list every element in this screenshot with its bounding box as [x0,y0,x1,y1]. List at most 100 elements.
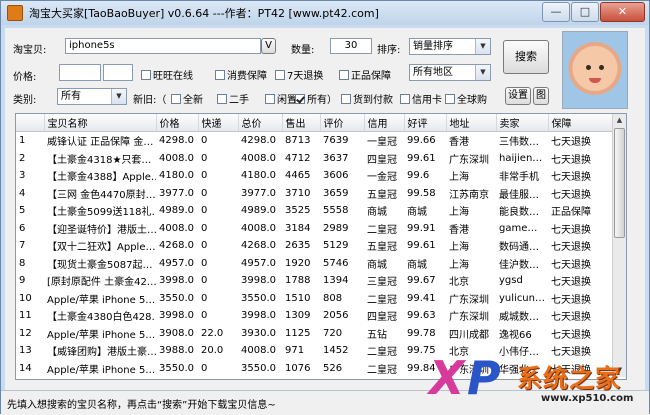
table-row[interactable]: 3 【土豪金4388】Apple… 4180.0 0 4180.0 4465 3606 一金冠… [16,167,612,185]
table-cell: 13 [19,345,32,357]
column-header[interactable]: 宝贝名称 [44,114,157,132]
table-cell: 2635 [285,240,311,252]
scroll-up-icon[interactable]: ▲ [613,114,626,127]
column-header[interactable]: 快递 [198,114,239,132]
filter2-checkbox-5[interactable]: 信用卡 [400,91,442,106]
filter2-checkbox-1[interactable]: 二手 [217,91,249,106]
maximize-button[interactable]: □ [571,2,599,22]
settings-button[interactable]: 设置 [505,87,531,105]
table-cell: 0 [201,275,208,287]
keyword-input[interactable]: iphone5s [65,38,261,54]
checkbox-box[interactable] [295,93,305,104]
table-cell: 【威锋团购】港版土豪… [47,347,156,359]
table-cell: 3998.0 [159,310,194,322]
table-cell: 4989.0 [241,205,276,217]
table-cell: 2056 [323,310,349,322]
category-select[interactable]: 所有 ▼ [57,88,127,105]
table-cell: 二皇冠 [364,377,404,379]
table-cell: 5558 [323,205,349,217]
column-header[interactable]: 好评 [404,114,447,132]
filter2-checkbox-4[interactable]: 货到付款 [341,91,393,106]
count-input[interactable]: 30 [330,38,372,54]
filter1-checkbox-3[interactable]: 正品保障 [339,67,391,82]
column-header[interactable]: 地址 [446,114,497,132]
table-cell: 七天退换 [551,189,591,201]
table-cell: 4008.0 [241,222,276,234]
checkbox-box[interactable] [275,69,285,80]
checkbox-box[interactable] [341,93,351,104]
table-cell: 4268.0 [241,240,276,252]
table-row[interactable]: 10 Apple/苹果 iPhone 5… 3550.0 0 3550.0 1510 808… [16,290,612,308]
table-cell: 0 [201,152,208,164]
search-button[interactable]: 搜索 [503,40,549,74]
column-header[interactable]: 保障 [548,114,613,132]
table-cell: 【三网 金色4470原封… [47,189,156,201]
table-row[interactable]: 9 [原封原配件 土豪金42… 3998.0 0 3998.0 1788 1394 三皇冠 99… [16,272,612,290]
table-cell: 威锋认证 正品保障 金… [47,137,154,149]
title-bar[interactable]: 淘宝大买家[TaoBaoBuyer] v0.6.64 ---作者：PT42 [w… [1,1,649,25]
count-label: 数量: [291,45,315,56]
filter2-checkbox-2[interactable]: 闲置 [265,91,297,106]
column-header[interactable]: 价格 [156,114,199,132]
filter2-checkbox-6[interactable]: 全球购 [445,91,487,106]
column-header[interactable]: 售出 [282,114,321,132]
filter1-checkbox-2[interactable]: 7天退换 [275,67,323,82]
table-row[interactable]: 2 【土豪金4318★只套… 4008.0 0 4008.0 4712 3637 四皇冠 99.… [16,150,612,168]
checkbox-box[interactable] [215,69,225,80]
checkbox-box[interactable] [141,69,151,80]
table-row[interactable]: 7 【双十二狂欢】Apple… 4268.0 0 4268.0 2635 5129 五皇冠 99… [16,237,612,255]
sort-select[interactable]: 销量排序 ▼ [409,38,491,55]
table-cell: 七天退换 [551,259,591,271]
table-cell: 【迎圣诞特价】港版土… [47,224,156,236]
table-cell: 广东深圳 [449,312,489,324]
table-cell: 99.6 [407,170,430,182]
table-cell: 3184 [285,222,311,234]
sort-value: 销量排序 [413,41,453,52]
status-text: 先填入想搜索的宝贝名称，再点击“搜索”开始下载宝贝信息~ [7,400,276,411]
table-row[interactable]: 6 【迎圣诞特价】港版土… 4008.0 0 4008.0 3184 2989 二皇冠 99.9… [16,220,612,238]
table-row[interactable]: 11 【土豪金4380白色428… 3998.0 0 3998.0 1309 2056 四皇冠… [16,307,612,325]
price-min-input[interactable] [59,64,101,81]
image-button[interactable]: 图 [533,87,549,105]
table-cell: 3977.0 [159,187,194,199]
vertical-scrollbar[interactable]: ▲ ▼ [612,114,626,377]
table-cell: 0 [201,257,208,269]
keyword-history-button[interactable]: V [261,38,276,54]
table-row[interactable]: 5 【土豪金5099送118礼… 4989.0 0 4989.0 3525 5558 商城 商城… [16,202,612,220]
region-select[interactable]: 所有地区 ▼ [409,64,491,81]
minimize-button[interactable]: — [542,2,570,22]
table-cell: 七天退换 [551,154,591,166]
table-row[interactable]: 12 Apple/苹果 iPhone 5… 3908.0 22.0 3930.0 1125… [16,325,612,343]
filter1-checkbox-1[interactable]: 消费保障 [215,67,267,82]
filter2-checkbox-0[interactable]: 全新 [171,91,203,106]
table-row[interactable]: 1 威锋认证 正品保障 金… 4298.0 0 4298.0 8713 7639 一皇冠 99.… [16,132,612,150]
checkbox-box[interactable] [445,93,455,104]
table-row[interactable]: 4 【三网 金色4470原封… 3977.0 0 3977.0 3710 3659 五皇冠 99… [16,185,612,203]
price-max-input[interactable] [103,64,133,81]
table-row[interactable]: 8 【现货土豪金5087起… 4957.0 0 4957.0 1920 5746 商城 商城 上海… [16,255,612,273]
close-button[interactable]: ✕ [600,2,645,22]
checkbox-box[interactable] [265,93,275,104]
scroll-thumb[interactable] [614,128,625,238]
column-header[interactable]: 信用 [364,114,405,132]
checkbox-box[interactable] [171,93,181,104]
table-cell: 3606 [323,170,349,182]
table-cell: 香港 [449,137,469,149]
checkbox-box[interactable] [217,93,227,104]
table-cell: 0 [201,310,208,322]
table-cell: [原封原配件 土豪金42… [47,277,156,289]
column-header[interactable]: 卖家 [496,114,549,132]
table-cell: Apple/苹果 iPhone 5… [44,377,156,379]
table-cell: 1076 [285,362,311,374]
table-cell: 四川成都 [449,329,489,341]
table-cell: 3550.0 [159,292,194,304]
column-header[interactable] [16,114,45,132]
column-header[interactable]: 总价 [238,114,283,132]
checkbox-box[interactable] [339,69,349,80]
filter2-checkbox-3[interactable]: 所有） [295,91,337,106]
column-header[interactable]: 评价 [320,114,365,132]
checkbox-box[interactable] [400,93,410,104]
filter1-checkbox-0[interactable]: 旺旺在线 [141,67,193,82]
table-cell: 3550.0 [238,377,282,379]
results-table[interactable]: 宝贝名称 价格 快递 总价 售出 评价 信用 好评 地址 卖家 保障 1 威锋认证 正品保障 金… 42… [15,113,627,380]
